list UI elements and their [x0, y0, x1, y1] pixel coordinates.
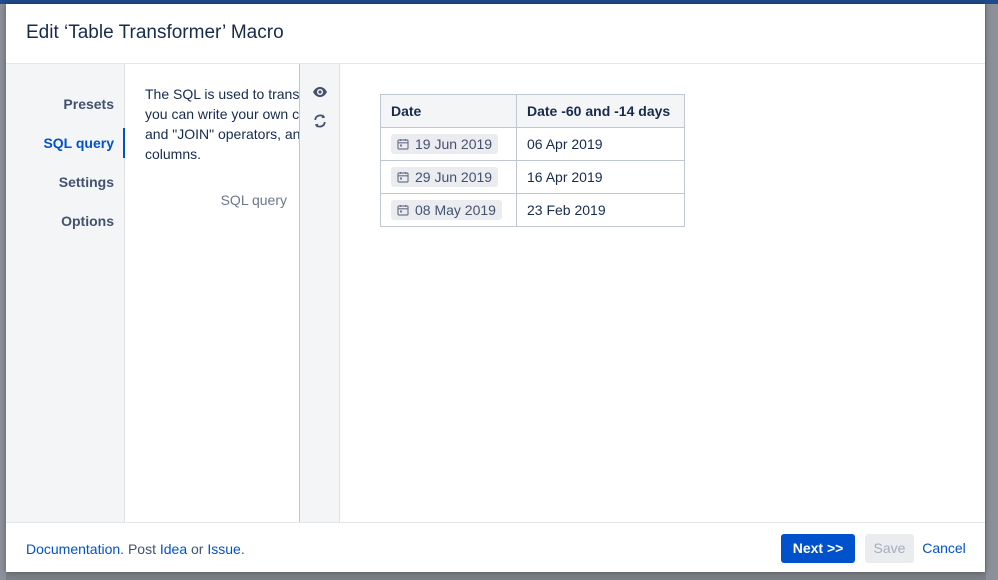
cancel-button[interactable]: Cancel	[920, 534, 968, 563]
dialog-footer: Documentation. Post Idea or Issue. Next …	[6, 522, 985, 572]
table-header-row: Date Date -60 and -14 days	[380, 94, 685, 128]
dialog-title: Edit ‘Table Transformer’ Macro	[26, 22, 284, 43]
description-panel: The SQL is used to transform the table. …	[125, 64, 300, 522]
dialog-header: Edit ‘Table Transformer’ Macro	[6, 4, 985, 64]
edit-macro-dialog: Edit ‘Table Transformer’ Macro Presets S…	[6, 4, 985, 572]
footer-text: .	[240, 541, 245, 557]
side-nav: Presets SQL query Settings Options	[6, 64, 125, 522]
date-cell: 29 Jun 2019	[380, 160, 517, 194]
tool-strip	[300, 64, 340, 522]
date-cell: 08 May 2019	[380, 193, 517, 227]
date-value: 08 May 2019	[415, 202, 496, 218]
refresh-icon[interactable]	[312, 113, 328, 129]
footer-text: . Post	[120, 541, 160, 557]
issue-link[interactable]: Issue	[207, 541, 240, 557]
table-preview: Date Date -60 and -14 days 19 Jun 2019 0…	[340, 64, 985, 522]
footer-text: or	[187, 541, 208, 557]
idea-link[interactable]: Idea	[160, 541, 187, 557]
nav-item-sql-query[interactable]: SQL query	[5, 128, 125, 158]
nav-item-settings[interactable]: Settings	[5, 167, 124, 197]
table-row: 08 May 2019 23 Feb 2019	[380, 193, 685, 227]
dialog-body: Presets SQL query Settings Options The S…	[6, 64, 985, 522]
date-lozenge[interactable]: 19 Jun 2019	[391, 134, 499, 154]
computed-date-cell: 06 Apr 2019	[516, 127, 685, 161]
calendar-icon	[397, 172, 409, 183]
footer-links: Documentation. Post Idea or Issue.	[26, 541, 245, 557]
date-value: 19 Jun 2019	[415, 136, 493, 152]
save-button[interactable]: Save	[865, 534, 914, 563]
computed-date-cell: 16 Apr 2019	[516, 160, 685, 194]
date-lozenge[interactable]: 08 May 2019	[391, 200, 502, 220]
nav-item-options[interactable]: Options	[5, 206, 124, 236]
next-button[interactable]: Next >>	[781, 534, 855, 563]
eye-icon[interactable]	[312, 84, 328, 100]
table-row: 19 Jun 2019 06 Apr 2019	[380, 127, 685, 161]
table-row: 29 Jun 2019 16 Apr 2019	[380, 160, 685, 194]
calendar-icon	[397, 205, 409, 216]
calendar-icon	[397, 139, 409, 150]
documentation-link[interactable]: Documentation	[26, 541, 120, 557]
page-backdrop-right	[986, 4, 998, 580]
computed-date-cell: 23 Feb 2019	[516, 193, 685, 227]
sql-query-label: SQL query	[220, 192, 287, 208]
result-table: Date Date -60 and -14 days 19 Jun 2019 0…	[380, 94, 685, 227]
date-cell: 19 Jun 2019	[380, 127, 517, 161]
column-header-computed: Date -60 and -14 days	[516, 94, 685, 128]
sql-description: The SQL is used to transform the table. …	[145, 86, 300, 162]
nav-item-presets[interactable]: Presets	[5, 89, 124, 119]
date-lozenge[interactable]: 29 Jun 2019	[391, 167, 499, 187]
column-header-date: Date	[380, 94, 517, 128]
date-value: 29 Jun 2019	[415, 169, 493, 185]
